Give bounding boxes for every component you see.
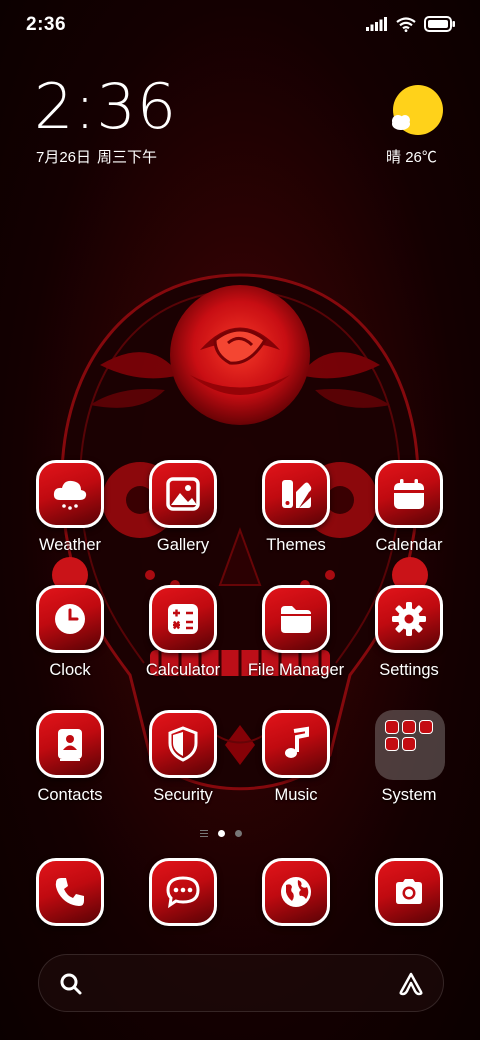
message-icon	[149, 858, 217, 926]
mini-app-icon	[385, 720, 399, 734]
folder-group-icon	[375, 710, 445, 780]
app-label: Music	[274, 786, 318, 804]
weather-cloud-icon	[36, 460, 104, 528]
gear-icon	[375, 585, 443, 653]
page-indicator-list-icon	[200, 830, 208, 837]
app-label: Calendar	[375, 536, 443, 554]
phone-icon	[36, 858, 104, 926]
period-text: 下午	[127, 149, 158, 166]
app-settings[interactable]: Settings	[353, 585, 465, 695]
image-icon	[149, 460, 217, 528]
app-calculator[interactable]: Calculator	[127, 585, 239, 695]
weather-temperature: 26℃	[405, 149, 437, 166]
assistant-icon[interactable]	[397, 971, 425, 1002]
calendar-icon	[375, 460, 443, 528]
clock-widget-time[interactable]: 2:36	[34, 76, 177, 138]
app-security[interactable]: Security	[127, 710, 239, 820]
app-calendar[interactable]: Calendar	[353, 460, 465, 570]
app-label: Gallery	[156, 536, 210, 554]
status-bar: 2:36	[0, 0, 480, 50]
app-clock[interactable]: Clock	[14, 585, 126, 695]
status-icons	[366, 14, 456, 34]
dock-browser[interactable]	[262, 858, 330, 926]
app-label: Clock	[49, 661, 91, 679]
mini-app-icon	[402, 737, 416, 751]
app-label: Themes	[266, 536, 326, 554]
search-input[interactable]	[95, 969, 385, 999]
music-note-icon	[262, 710, 330, 778]
app-label: Contacts	[37, 786, 103, 804]
app-label: System	[381, 786, 437, 804]
weather-widget-text[interactable]: 晴 26℃	[386, 146, 456, 167]
contacts-icon	[36, 710, 104, 778]
clock-icon	[36, 585, 104, 653]
search-bar[interactable]	[38, 954, 444, 1012]
app-label: Calculator	[145, 661, 221, 679]
folder-icon	[262, 585, 330, 653]
app-label: Weather	[38, 536, 102, 554]
app-label: File Manager	[247, 661, 345, 679]
browser-globe-icon	[262, 858, 330, 926]
app-label: Security	[153, 786, 213, 804]
app-folder-system[interactable]: System	[353, 710, 465, 820]
weekday-text: 周三	[97, 149, 128, 166]
page-dot-current	[218, 830, 225, 837]
search-icon[interactable]	[59, 972, 83, 1001]
app-label: Settings	[379, 661, 439, 679]
wifi-icon	[396, 16, 416, 32]
app-gallery[interactable]: Gallery	[127, 460, 239, 570]
weather-condition: 晴	[386, 149, 402, 166]
calculator-icon	[149, 585, 217, 653]
app-themes[interactable]: Themes	[240, 460, 352, 570]
battery-icon	[424, 16, 456, 32]
clock-widget-date[interactable]: 7月26日 周三下午	[36, 146, 163, 167]
mini-app-icon	[419, 720, 433, 734]
status-time: 2:36	[26, 14, 67, 35]
app-file-manager[interactable]: File Manager	[240, 585, 352, 695]
dock-phone[interactable]	[36, 858, 104, 926]
themes-icon	[262, 460, 330, 528]
page-indicator[interactable]	[200, 830, 242, 837]
date-text: 7月26日	[36, 149, 92, 166]
mini-app-icon	[385, 737, 399, 751]
mini-app-icon	[402, 720, 416, 734]
dock-messages[interactable]	[149, 858, 217, 926]
signal-icon	[366, 17, 388, 31]
app-weather[interactable]: Weather	[14, 460, 126, 570]
app-music[interactable]: Music	[240, 710, 352, 820]
shield-icon	[149, 710, 217, 778]
sun-cloud-icon[interactable]	[386, 84, 446, 140]
camera-icon	[375, 858, 443, 926]
page-dot	[235, 830, 242, 837]
dock-camera[interactable]	[375, 858, 443, 926]
app-contacts[interactable]: Contacts	[14, 710, 126, 820]
